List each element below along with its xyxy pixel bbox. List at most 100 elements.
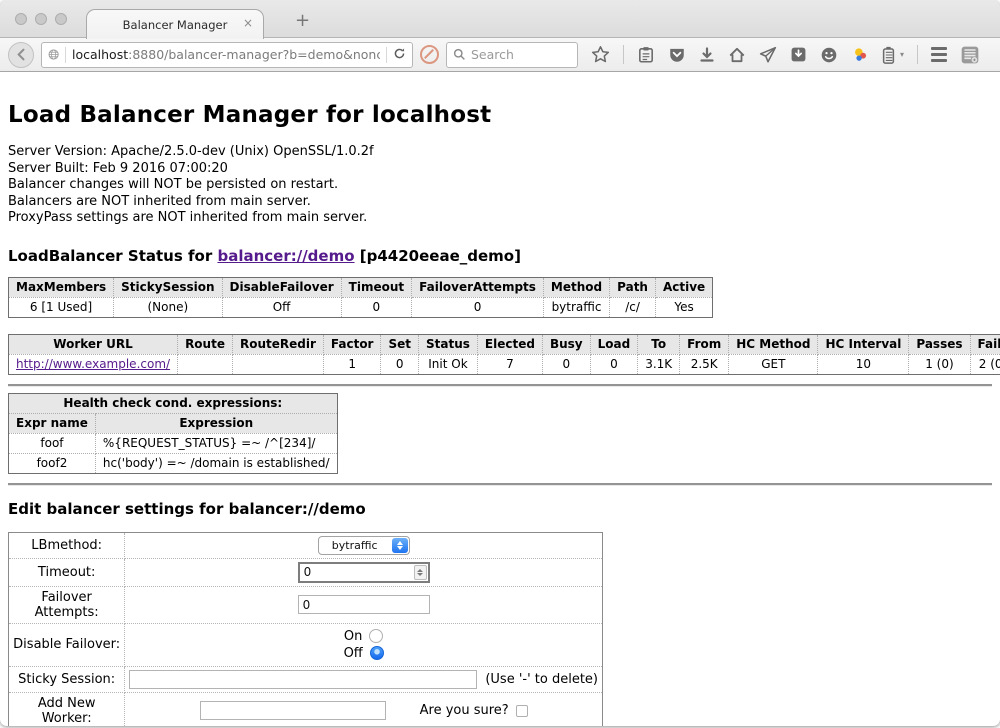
disable-failover-label: Disable Failover: <box>9 623 125 666</box>
col-active: Active <box>655 277 712 297</box>
disable-failover-on-radio[interactable] <box>369 629 383 643</box>
radio-on-label: On <box>344 628 362 645</box>
cell-fails: 2 (0) <box>970 354 1000 374</box>
new-tab-button[interactable]: + <box>295 12 310 30</box>
url-text[interactable]: localhost:8880/balancer-manager?b=demo&n… <box>72 47 380 62</box>
send-icon[interactable] <box>759 46 777 64</box>
colors-icon[interactable] <box>851 46 869 64</box>
browser-window: Balancer Manager × + localhost:8880/bala… <box>0 0 1000 726</box>
status-heading-prefix: LoadBalancer Status for <box>8 247 217 265</box>
col-method: Method <box>543 277 609 297</box>
cell-hc-method: GET <box>729 354 818 374</box>
table-row: 6 [1 Used] (None) Off 0 0 bytraffic /c/ … <box>9 297 713 317</box>
save-box-icon[interactable] <box>790 46 807 63</box>
status-heading-suffix: [p4420eeae_demo] <box>355 247 521 265</box>
cell-expression: %{REQUEST_STATUS} =~ /^[234]/ <box>95 433 337 453</box>
server-built-line: Server Built: Feb 9 2016 07:00:20 <box>8 161 992 178</box>
disable-failover-off-radio[interactable] <box>370 646 384 660</box>
col-path: Path <box>610 277 656 297</box>
balancer-status-table: MaxMembers StickySession DisableFailover… <box>8 277 713 318</box>
cell-elected: 7 <box>477 354 542 374</box>
col-route: Route <box>178 334 233 354</box>
lbmethod-select[interactable]: bytraffic <box>318 536 410 555</box>
globe-icon <box>48 47 59 62</box>
timeout-input[interactable] <box>298 562 430 583</box>
tab-title: Balancer Manager <box>123 18 228 32</box>
cell-expr-name: foof2 <box>9 453 96 473</box>
col-load: Load <box>590 334 638 354</box>
form-row-add-worker: Add New Worker: Are you sure? <box>9 692 603 726</box>
failover-attempts-label: Failover Attempts: <box>9 586 125 623</box>
close-window-icon[interactable] <box>15 13 27 25</box>
col-hc-method: HC Method <box>729 334 818 354</box>
cell-busy: 0 <box>542 354 590 374</box>
add-worker-label: Add New Worker: <box>9 692 125 726</box>
url-bar[interactable]: localhost:8880/balancer-manager?b=demo&n… <box>41 42 413 68</box>
menu-button[interactable] <box>931 47 947 62</box>
col-set: Set <box>381 334 419 354</box>
failover-attempts-input[interactable] <box>298 595 430 614</box>
table-header-row: Expr name Expression <box>9 413 338 433</box>
cell-failoverattempts: 0 <box>412 297 544 317</box>
battery-button[interactable] <box>882 46 895 64</box>
balancer-demo-link[interactable]: balancer://demo <box>217 247 354 265</box>
cell-expression: hc('body') =~ /domain is established/ <box>95 453 337 473</box>
minimize-window-icon[interactable] <box>35 13 47 25</box>
sticky-session-input[interactable] <box>129 670 477 689</box>
reload-icon <box>393 47 406 60</box>
url-path: :8880/balancer-manager?b=demo&nonce=decc… <box>128 47 380 62</box>
cell-route <box>178 354 233 374</box>
window-controls[interactable] <box>15 13 67 25</box>
number-spinner-icon[interactable] <box>414 565 427 580</box>
cell-set: 0 <box>381 354 419 374</box>
cell-path: /c/ <box>610 297 656 317</box>
bookmark-star-icon[interactable] <box>591 45 610 64</box>
col-passes: Passes <box>909 334 970 354</box>
col-disablefailover: DisableFailover <box>222 277 341 297</box>
page-title: Load Balancer Manager for localhost <box>8 102 992 128</box>
col-failoverattempts: FailoverAttempts <box>412 277 544 297</box>
back-button[interactable] <box>8 42 34 68</box>
col-worker-url: Worker URL <box>9 334 178 354</box>
col-expression: Expression <box>95 413 337 433</box>
cell-worker-url: http://www.example.com/ <box>9 354 178 374</box>
clipboard-icon[interactable] <box>637 46 655 64</box>
col-hc-interval: HC Interval <box>818 334 909 354</box>
home-icon[interactable] <box>728 46 746 64</box>
inherit-note-line: Balancers are NOT inherited from main se… <box>8 194 992 211</box>
search-icon <box>453 48 466 61</box>
cell-timeout: 0 <box>341 297 411 317</box>
timeout-label: Timeout: <box>9 558 125 586</box>
radio-off-label: Off <box>344 645 363 662</box>
col-to: To <box>638 334 680 354</box>
search-input[interactable] <box>471 47 561 62</box>
sticky-session-label: Sticky Session: <box>9 666 125 692</box>
reload-button[interactable] <box>393 46 406 64</box>
are-you-sure-checkbox[interactable] <box>516 705 528 717</box>
tab-close-icon[interactable]: × <box>243 17 253 29</box>
title-bar: Balancer Manager × + <box>0 0 1000 38</box>
chevron-down-icon[interactable]: ▾ <box>900 50 904 59</box>
screenshot-icon[interactable] <box>960 45 980 65</box>
table-row: foof %{REQUEST_STATUS} =~ /^[234]/ <box>9 433 338 453</box>
edit-balancer-form: LBmethod: bytraffic Timeout: <box>8 532 603 726</box>
cell-to: 3.1K <box>638 354 680 374</box>
add-worker-input[interactable] <box>200 701 386 720</box>
content-block-icon[interactable] <box>420 45 439 64</box>
table-header-row: Worker URL Route RouteRedir Factor Set S… <box>9 334 1000 354</box>
worker-url-link[interactable]: http://www.example.com/ <box>16 357 170 371</box>
search-bar[interactable] <box>446 42 578 68</box>
form-row-sticky-session: Sticky Session: (Use '-' to delete) <box>9 666 603 692</box>
worker-table: Worker URL Route RouteRedir Factor Set S… <box>8 334 1000 375</box>
download-icon[interactable] <box>699 46 715 64</box>
edit-settings-heading: Edit balancer settings for balancer://de… <box>8 500 992 518</box>
zoom-window-icon[interactable] <box>55 13 67 25</box>
toolbar-separator <box>917 45 918 64</box>
smiley-icon[interactable] <box>820 46 838 64</box>
tab-balancer-manager[interactable]: Balancer Manager × <box>86 9 264 39</box>
pocket-icon[interactable] <box>668 46 686 64</box>
cell-disablefailover: Off <box>222 297 341 317</box>
urlbar-divider <box>386 47 387 63</box>
url-domain: localhost <box>72 47 128 62</box>
cell-status: Init Ok <box>419 354 478 374</box>
